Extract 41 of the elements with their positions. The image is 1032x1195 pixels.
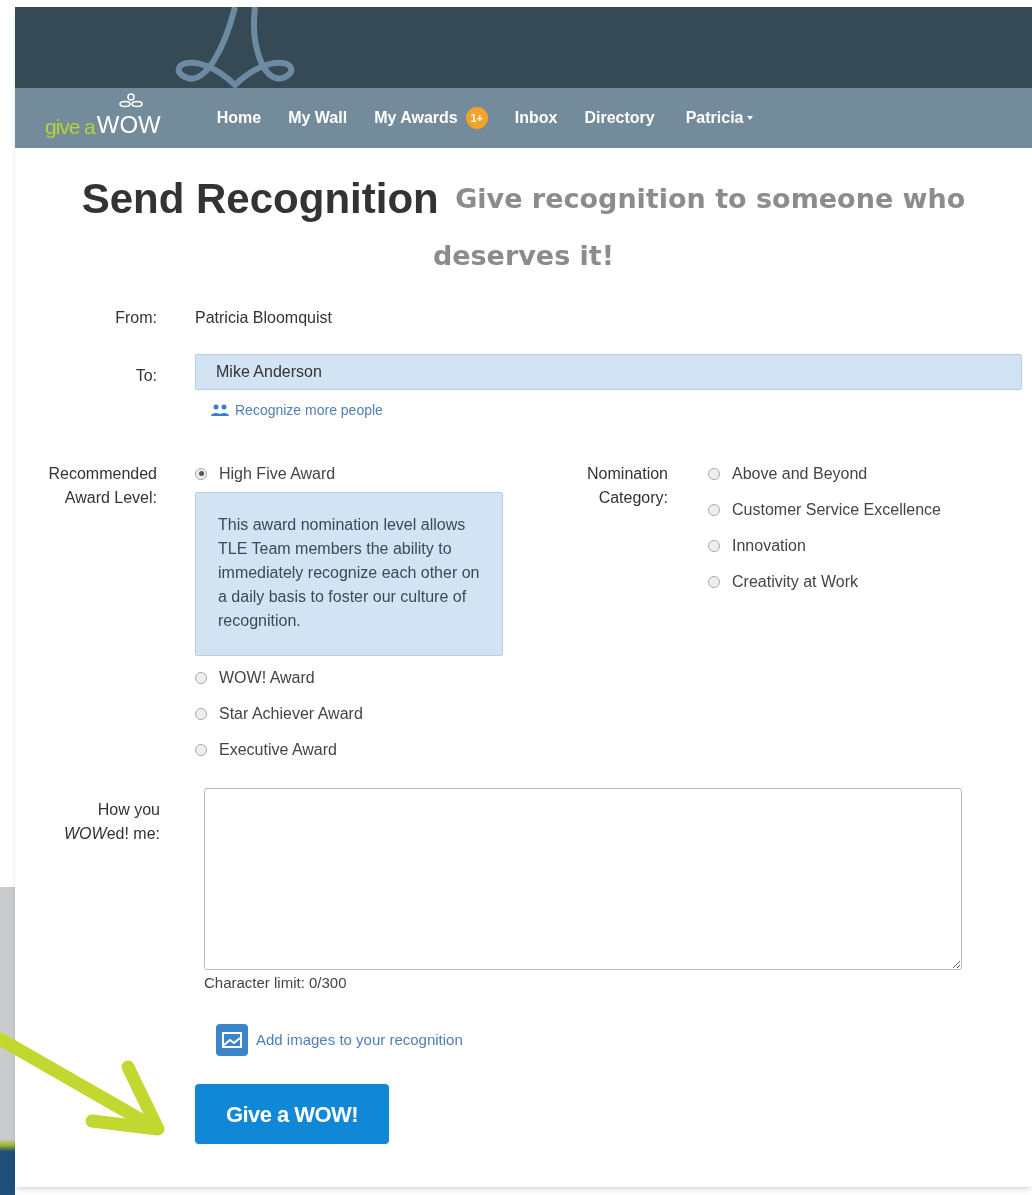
recognize-more-link[interactable]: Recognize more people [211, 399, 383, 421]
radio-button[interactable] [708, 467, 720, 480]
recipient-field[interactable]: Mike Anderson [195, 353, 1022, 390]
nav-link[interactable]: Patricia [685, 106, 754, 130]
radio-button[interactable] [708, 503, 720, 516]
nav-link[interactable]: Inbox [514, 106, 558, 130]
count-badge: 1+ [465, 107, 488, 129]
from-value: Patricia Bloomquist [195, 307, 333, 328]
message-field[interactable] [204, 787, 962, 970]
field-label: To: [134, 365, 157, 386]
nav-link[interactable]: My Awards 1+ [374, 106, 488, 130]
nav-link[interactable]: My Wall [288, 106, 348, 130]
radio-button[interactable] [708, 575, 720, 588]
award-description: This award nomination level allows TLE Team members the ability to immediately recognize each other on a daily basis to foster our culture of recognition. [195, 491, 503, 656]
radio-option[interactable]: WOW! Award [195, 659, 505, 696]
radio-button[interactable] [708, 539, 720, 552]
nav-link[interactable]: Home [216, 106, 262, 130]
image-icon [216, 1024, 248, 1057]
character-counter: Character limit: 0/300 [204, 972, 348, 993]
brand-logo[interactable]: give aWOW [45, 113, 161, 137]
radio-option[interactable]: Executive Award [195, 731, 505, 768]
radio-button[interactable] [195, 467, 207, 480]
radio-option[interactable]: Customer Service Excellence [708, 491, 941, 528]
caret-icon [747, 116, 754, 120]
flower-icon [119, 93, 143, 109]
add-images-link[interactable]: Add images to your recognition [216, 1024, 962, 1057]
radio-button[interactable] [195, 707, 207, 720]
give-wow-button[interactable]: Give a WOW! [195, 1084, 389, 1145]
people-icon [211, 403, 229, 417]
field-label: Recommended Award Level: [47, 463, 157, 508]
nav-link[interactable]: Directory [584, 106, 655, 130]
radio-option[interactable]: Above and Beyond [708, 455, 941, 492]
radio-option[interactable]: High Five Award [195, 455, 505, 492]
radio-button[interactable] [195, 671, 207, 684]
radio-button[interactable] [195, 743, 207, 756]
field-label: From: [114, 307, 157, 328]
field-label: How you WOWed! me: [63, 799, 160, 844]
radio-option[interactable]: Star Achiever Award [195, 695, 505, 732]
radio-option[interactable]: Innovation [708, 527, 941, 564]
field-label: Nomination Category: [586, 463, 668, 508]
radio-option[interactable]: Creativity at Work [708, 563, 941, 600]
